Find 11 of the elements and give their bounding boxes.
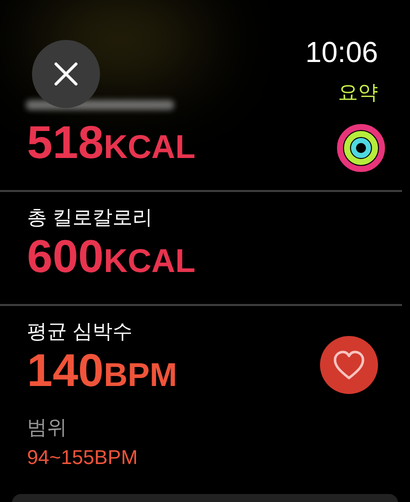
page-title: 요약 <box>338 81 378 106</box>
metric-value: 600KCAL <box>27 232 196 284</box>
range-label: 범위 <box>27 416 68 441</box>
close-icon <box>54 62 78 86</box>
range-value: 94~155BPM <box>27 446 139 471</box>
metric-value: 140BPM <box>27 346 178 398</box>
clock-time: 10:06 <box>305 36 378 70</box>
metric-label: 총 킬로칼로리 <box>27 206 154 231</box>
metric-label: 평균 심박수 <box>27 320 134 345</box>
metric-value: 518KCAL <box>27 118 196 170</box>
activity-rings-icon <box>336 123 386 173</box>
